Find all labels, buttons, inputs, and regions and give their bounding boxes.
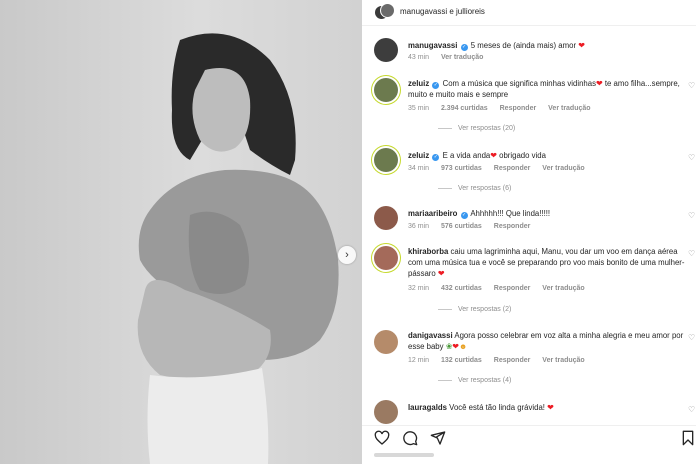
view-replies-button[interactable]: Ver respostas (2)	[438, 306, 511, 313]
like-comment-heart-icon[interactable]: ♡	[688, 154, 696, 162]
comment-text: Você está tão linda grávida!	[449, 403, 545, 412]
verified-badge-icon: ✓	[432, 154, 440, 161]
post-photo: ›	[0, 0, 362, 464]
avatar[interactable]	[374, 330, 398, 354]
view-replies-button[interactable]: Ver respostas (6)	[438, 185, 511, 192]
comment-list: manugavassi ✓ 5 meses de (ainda mais) am…	[362, 30, 696, 425]
comment-time: 43 min	[408, 54, 430, 61]
pregnant-woman-photo	[0, 0, 362, 464]
bookmark-icon[interactable]	[680, 430, 696, 446]
heart-emoji-icon: ❤	[596, 79, 603, 88]
comment-time: 36 min	[408, 223, 430, 230]
comment-time: 34 min	[408, 165, 430, 172]
heart-emoji-icon: ❤	[437, 269, 445, 278]
like-comment-heart-icon[interactable]: ♡	[688, 212, 696, 220]
comment-time: 32 min	[408, 285, 430, 292]
comment-time: 35 min	[408, 105, 430, 112]
comment-icon[interactable]	[402, 430, 418, 446]
smiling-heart-eyes-emoji-icon: ☻	[458, 342, 468, 351]
divider	[438, 187, 452, 189]
avatar[interactable]	[374, 206, 398, 230]
likes-count[interactable]: 432 curtidas	[441, 285, 482, 292]
divider	[438, 379, 452, 381]
likes-count[interactable]: 973 curtidas	[441, 165, 482, 172]
like-comment-heart-icon[interactable]: ♡	[688, 250, 696, 258]
comment-username[interactable]: danigavassi	[408, 331, 453, 340]
heart-emoji-icon: ❤	[578, 41, 585, 50]
post-header: manugavassi e jullioreis	[362, 0, 696, 26]
reply-button[interactable]: Responder	[494, 357, 531, 364]
heart-emoji-icon: ❤	[452, 342, 459, 351]
reply-button[interactable]: Responder	[494, 223, 531, 230]
next-image-button[interactable]: ›	[338, 246, 356, 264]
divider	[438, 308, 452, 310]
like-comment-heart-icon[interactable]: ♡	[688, 334, 696, 342]
comment-username[interactable]: khiraborba	[408, 247, 448, 256]
avatar	[380, 3, 395, 18]
avatar[interactable]	[374, 148, 398, 172]
comment-text: E a vida anda	[442, 151, 491, 160]
divider	[438, 127, 452, 129]
like-comment-heart-icon[interactable]: ♡	[688, 82, 696, 90]
comment-username[interactable]: zeluiz	[408, 79, 429, 88]
caption-username[interactable]: manugavassi	[408, 41, 457, 50]
heart-emoji-icon: ❤	[547, 403, 554, 412]
comments-panel: manugavassi e jullioreis manugavassi ✓ 5…	[362, 0, 696, 464]
comment-time: 12 min	[408, 357, 430, 364]
translate-link[interactable]: Ver tradução	[542, 357, 584, 364]
chevron-right-icon: ›	[345, 249, 349, 261]
likes-count[interactable]: 576 curtidas	[441, 223, 482, 230]
avatar[interactable]	[374, 400, 398, 424]
comment-text: Com a música que significa minhas vidinh…	[442, 79, 596, 88]
reply-button[interactable]: Responder	[500, 105, 537, 112]
verified-badge-icon: ✓	[432, 82, 440, 89]
view-replies-button[interactable]: Ver respostas (20)	[438, 125, 515, 132]
avatar[interactable]	[374, 246, 398, 270]
liked-by-summary	[374, 452, 434, 460]
comment-username[interactable]: mariaaribeiro	[408, 209, 457, 218]
translate-link[interactable]: Ver tradução	[441, 54, 483, 61]
comment-text-continued: obrigado vida	[496, 151, 546, 160]
avatar[interactable]	[374, 78, 398, 102]
reply-button[interactable]: Responder	[494, 285, 531, 292]
likes-count[interactable]: 2.394 curtidas	[441, 105, 488, 112]
collab-avatars[interactable]	[374, 3, 395, 23]
translate-link[interactable]: Ver tradução	[542, 285, 584, 292]
comment-username[interactable]: zeluiz	[408, 151, 429, 160]
verified-badge-icon: ✓	[460, 44, 468, 51]
comment-text: Ahhhhh!!! Que linda!!!!!	[470, 209, 551, 218]
likes-count[interactable]: 132 curtidas	[441, 357, 482, 364]
heart-emoji-icon: ❤	[490, 151, 497, 160]
heart-icon[interactable]	[374, 430, 390, 446]
reply-button[interactable]: Responder	[494, 165, 531, 172]
verified-badge-icon: ✓	[460, 212, 468, 219]
share-icon[interactable]	[430, 430, 446, 446]
translate-link[interactable]: Ver tradução	[548, 105, 590, 112]
view-replies-button[interactable]: Ver respostas (4)	[438, 377, 511, 384]
caption-text: 5 meses de (ainda mais) amor	[470, 41, 577, 50]
comment-username[interactable]: lauragalds	[408, 403, 447, 412]
like-comment-heart-icon[interactable]: ♡	[688, 406, 696, 414]
avatar[interactable]	[374, 38, 398, 62]
comment-text: caiu uma lagriminha aqui, Manu, vou dar …	[408, 247, 685, 278]
translate-link[interactable]: Ver tradução	[542, 165, 584, 172]
post-authors[interactable]: manugavassi e jullioreis	[400, 7, 485, 16]
post-actions	[362, 425, 696, 449]
liked-by-placeholder	[374, 453, 434, 457]
